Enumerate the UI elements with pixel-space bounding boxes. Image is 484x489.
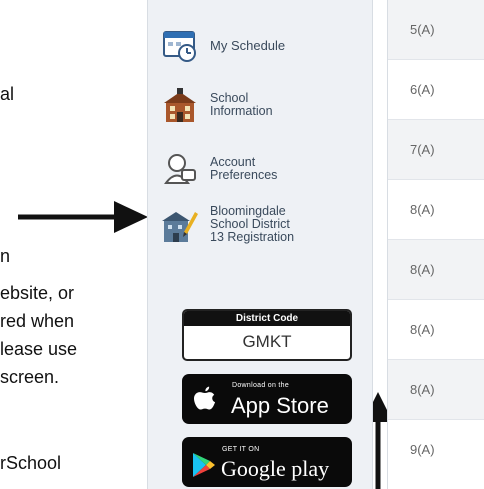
google-play-logo-icon [193, 453, 215, 477]
schedule-table-column: 5(A) 6(A) 7(A) 8(A) 8(A) 8(A) 8(A) 9(A) [387, 0, 484, 489]
apple-logo-icon [194, 386, 216, 410]
school-building-icon [164, 88, 196, 122]
document-text-fragment: ebsite, or [0, 283, 75, 303]
table-cell: 8(A) [388, 300, 484, 360]
calendar-icon [163, 31, 196, 62]
sidebar-item-label: Account Preferences [210, 155, 278, 182]
district-code-box: District Code GMKT [182, 309, 352, 361]
sidebar-item-account-preferences[interactable]: Account Preferences [162, 150, 277, 186]
app-store-small-text: Download on the [232, 382, 290, 389]
table-cell: 5(A) [388, 0, 484, 60]
district-code-header: District Code [184, 311, 350, 326]
google-play-big-text: Google play [221, 456, 330, 481]
google-play-small-text: GET IT ON [222, 446, 260, 453]
registration-icon [162, 212, 198, 242]
district-code-value: GMKT [242, 332, 292, 351]
sidebar-item-label: Bloomingdale School District 13 Registra… [210, 204, 295, 244]
table-cell: 8(A) [388, 360, 484, 420]
document-text-fragment: screen. [0, 367, 60, 387]
document-text-fragment: lease use [0, 339, 78, 359]
annotation-arrow-right [18, 201, 148, 233]
app-store-big-text: App Store [231, 393, 329, 418]
sidebar-item-label: School Information [210, 91, 273, 118]
document-text-fragment: al [0, 84, 15, 104]
document-text-fragment: rSchool [0, 453, 62, 473]
document-text-fragment: red when [0, 311, 75, 331]
table-cell: 7(A) [388, 120, 484, 180]
account-preferences-icon [164, 154, 196, 184]
table-cell: 8(A) [388, 240, 484, 300]
sidebar-item-my-schedule[interactable]: My Schedule [162, 28, 285, 64]
table-cell: 9(A) [410, 442, 435, 457]
sidebar-item-registration[interactable]: Bloomingdale School District 13 Registra… [162, 204, 295, 244]
table-cell: 8(A) [388, 180, 484, 240]
app-store-button[interactable]: Download on the App Store [182, 374, 352, 424]
sidebar: My Schedule School Information Account P… [147, 0, 373, 489]
google-play-button[interactable]: GET IT ON Google play [182, 437, 352, 487]
table-cell: 6(A) [388, 60, 484, 120]
document-text-fragment: n [0, 246, 11, 266]
sidebar-item-school-information[interactable]: School Information [162, 88, 273, 124]
sidebar-item-label: My Schedule [210, 38, 286, 53]
